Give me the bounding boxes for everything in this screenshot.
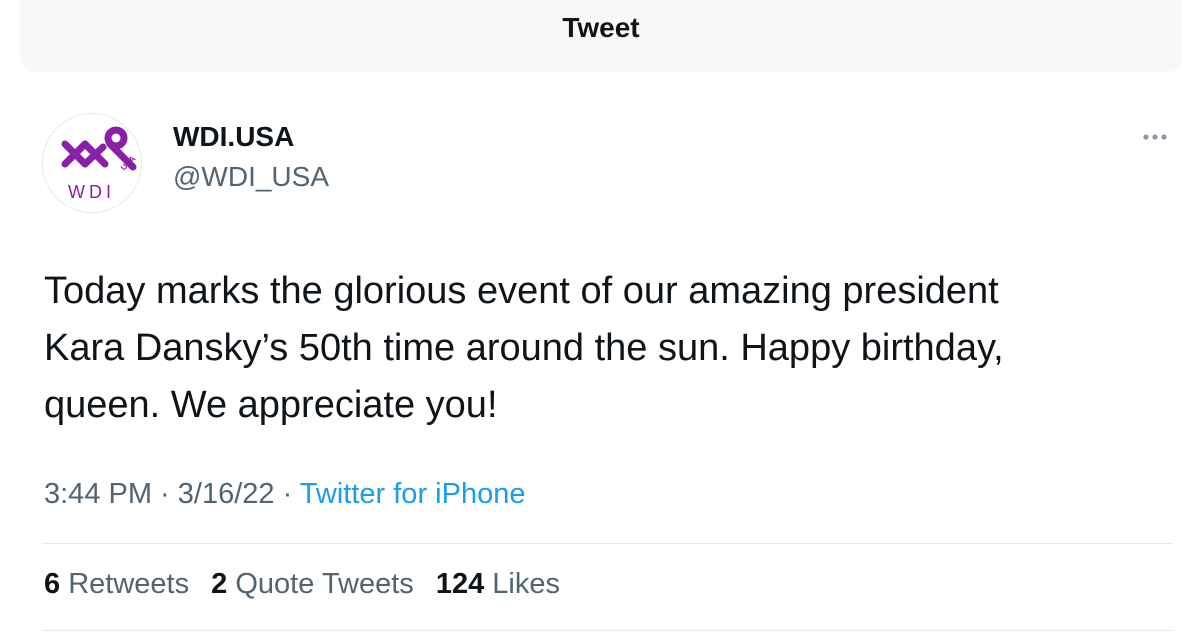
top-navigation-bar: Tweet bbox=[20, 0, 1182, 72]
quote-tweets-count: 2 bbox=[211, 568, 228, 600]
separator: · bbox=[152, 478, 178, 510]
divider bbox=[42, 543, 1172, 544]
retweets-count: 6 bbox=[44, 568, 61, 600]
more-options-button[interactable] bbox=[1140, 128, 1170, 146]
page-title: Tweet bbox=[562, 12, 640, 43]
more-horizontal-icon bbox=[1143, 134, 1167, 140]
likes-stat[interactable]: 124 Likes bbox=[436, 568, 560, 600]
author-name[interactable]: WDI.USA bbox=[173, 121, 294, 153]
tweet-stats: 6 Retweets 2 Quote Tweets 124 Likes bbox=[44, 568, 574, 601]
tweet-source-link[interactable]: Twitter for iPhone bbox=[300, 478, 526, 510]
tweet-date[interactable]: 3/16/22 bbox=[178, 478, 275, 510]
avatar-text: WDI bbox=[68, 182, 115, 202]
separator: · bbox=[274, 478, 300, 510]
tweet-text-line: queen. We appreciate you! bbox=[44, 384, 498, 426]
likes-label: Likes bbox=[492, 568, 560, 600]
tweet-metadata: 3:44 PM · 3/16/22 · Twitter for iPhone bbox=[44, 478, 525, 511]
tweet-time[interactable]: 3:44 PM bbox=[44, 478, 152, 510]
avatar[interactable]: USA WDI bbox=[42, 113, 142, 213]
retweets-label: Retweets bbox=[68, 568, 190, 600]
tweet-text-line: Today marks the glorious event of our am… bbox=[44, 270, 999, 312]
tweet-text: Today marks the glorious event of our am… bbox=[44, 263, 1144, 434]
wdi-logo-icon: USA WDI bbox=[61, 126, 138, 202]
likes-count: 124 bbox=[435, 568, 485, 600]
quote-tweets-stat[interactable]: 2 Quote Tweets bbox=[211, 568, 414, 600]
retweets-stat[interactable]: 6 Retweets bbox=[44, 568, 189, 600]
divider bbox=[42, 630, 1172, 631]
tweet-text-line: Kara Dansky’s 50th time around the sun. … bbox=[44, 327, 1004, 369]
quote-tweets-label: Quote Tweets bbox=[235, 568, 414, 600]
author-handle[interactable]: @WDI_USA bbox=[173, 161, 329, 193]
